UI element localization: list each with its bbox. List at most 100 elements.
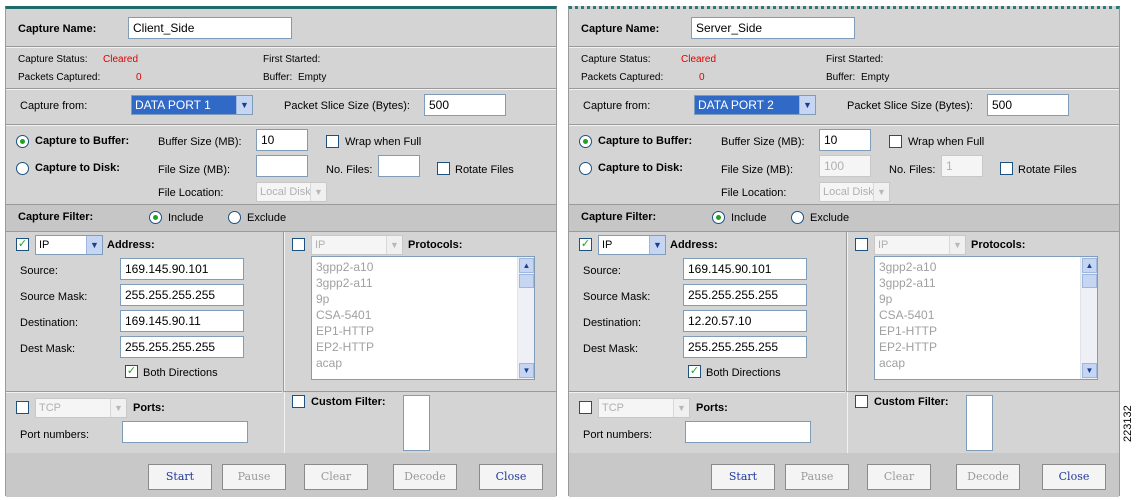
capture-name-input[interactable]: Client_Side [128, 17, 292, 39]
port-type-select[interactable]: TCP ▼ [598, 398, 690, 418]
capture-from-select[interactable]: DATA PORT 1 ▼ [131, 95, 253, 115]
scroll-up-icon[interactable]: ▲ [1082, 258, 1097, 273]
protocol-type-select[interactable]: IP ▼ [874, 235, 966, 255]
exclude-radio[interactable] [228, 211, 241, 224]
list-item[interactable]: 3gpp2-a11 [316, 275, 373, 291]
file-location-select[interactable]: Local Disk ▼ [256, 182, 327, 202]
scroll-thumb[interactable] [1082, 274, 1097, 288]
close-button[interactable]: Close [479, 464, 543, 490]
chevron-down-icon[interactable]: ▼ [310, 183, 326, 201]
chevron-down-icon[interactable]: ▼ [673, 399, 689, 417]
capture-to-disk-radio[interactable] [16, 162, 29, 175]
ports-filter-checkbox[interactable] [579, 401, 592, 414]
packet-slice-input[interactable]: 500 [987, 94, 1069, 116]
buffer-size-input[interactable]: 10 [256, 129, 308, 151]
list-item[interactable]: EP2-HTTP [879, 339, 937, 355]
source-input[interactable]: 169.145.90.101 [120, 258, 244, 280]
list-item[interactable]: EP1-HTTP [879, 323, 937, 339]
destination-input[interactable]: 169.145.90.11 [120, 310, 244, 332]
chevron-down-icon[interactable]: ▼ [649, 236, 665, 254]
rotate-files-checkbox[interactable] [1000, 162, 1013, 175]
list-item[interactable]: EP1-HTTP [316, 323, 374, 339]
scroll-down-icon[interactable]: ▼ [519, 363, 534, 378]
pause-button[interactable]: Pause [222, 464, 286, 490]
chevron-down-icon[interactable]: ▼ [799, 96, 815, 114]
source-mask-input[interactable]: 255.255.255.255 [683, 284, 807, 306]
scroll-down-icon[interactable]: ▼ [1082, 363, 1097, 378]
list-item[interactable]: CSA-5401 [879, 307, 934, 323]
list-item[interactable]: acap [879, 355, 905, 371]
pause-button[interactable]: Pause [785, 464, 849, 490]
chevron-down-icon[interactable]: ▼ [386, 236, 402, 254]
source-mask-input[interactable]: 255.255.255.255 [120, 284, 244, 306]
list-item[interactable]: 3gpp2-a10 [316, 259, 373, 275]
dest-mask-input[interactable]: 255.255.255.255 [120, 336, 244, 358]
address-type-select[interactable]: IP ▼ [598, 235, 666, 255]
capture-from-select[interactable]: DATA PORT 2 ▼ [694, 95, 816, 115]
address-filter-checkbox[interactable]: ✓ [16, 238, 29, 251]
clear-button[interactable]: Clear [867, 464, 931, 490]
wrap-when-full-checkbox[interactable] [889, 135, 902, 148]
protocols-list[interactable]: 3gpp2-a10 3gpp2-a11 9p CSA-5401 EP1-HTTP… [311, 256, 535, 380]
port-numbers-input[interactable] [122, 421, 248, 443]
scrollbar[interactable]: ▲ ▼ [1080, 257, 1097, 379]
custom-filter-checkbox[interactable] [292, 395, 305, 408]
protocols-list[interactable]: 3gpp2-a10 3gpp2-a11 9p CSA-5401 EP1-HTTP… [874, 256, 1098, 380]
file-size-input[interactable] [256, 155, 308, 177]
no-files-input[interactable]: 1 [941, 155, 983, 177]
rotate-files-checkbox[interactable] [437, 162, 450, 175]
start-button[interactable]: Start [148, 464, 212, 490]
address-type-select[interactable]: IP ▼ [35, 235, 103, 255]
custom-filter-textarea[interactable] [403, 395, 430, 451]
capture-to-buffer-radio[interactable] [579, 135, 592, 148]
address-filter-checkbox[interactable]: ✓ [579, 238, 592, 251]
scroll-up-icon[interactable]: ▲ [519, 258, 534, 273]
port-type-select[interactable]: TCP ▼ [35, 398, 127, 418]
list-item[interactable]: 9p [879, 291, 892, 307]
decode-button[interactable]: Decode [393, 464, 457, 490]
dest-mask-input[interactable]: 255.255.255.255 [683, 336, 807, 358]
wrap-when-full-checkbox[interactable] [326, 135, 339, 148]
clear-button[interactable]: Clear [304, 464, 368, 490]
close-button[interactable]: Close [1042, 464, 1106, 490]
destination-input[interactable]: 12.20.57.10 [683, 310, 807, 332]
packet-slice-input[interactable]: 500 [424, 94, 506, 116]
chevron-down-icon[interactable]: ▼ [86, 236, 102, 254]
capture-to-disk-radio[interactable] [579, 162, 592, 175]
include-radio[interactable] [712, 211, 725, 224]
list-item[interactable]: 9p [316, 291, 329, 307]
start-button[interactable]: Start [711, 464, 775, 490]
scroll-thumb[interactable] [519, 274, 534, 288]
exclude-radio[interactable] [791, 211, 804, 224]
custom-filter-textarea[interactable] [966, 395, 993, 451]
buffer-size-input[interactable]: 10 [819, 129, 871, 151]
ports-filter-checkbox[interactable] [16, 401, 29, 414]
source-input[interactable]: 169.145.90.101 [683, 258, 807, 280]
protocols-filter-checkbox[interactable] [292, 238, 305, 251]
file-size-input[interactable]: 100 [819, 155, 871, 177]
decode-button[interactable]: Decode [956, 464, 1020, 490]
chevron-down-icon[interactable]: ▼ [949, 236, 965, 254]
capture-name-input[interactable]: Server_Side [691, 17, 855, 39]
list-item[interactable]: 3gpp2-a11 [879, 275, 936, 291]
chevron-down-icon[interactable]: ▼ [236, 96, 252, 114]
source-label: Source: [20, 265, 58, 277]
protocols-filter-checkbox[interactable] [855, 238, 868, 251]
scrollbar[interactable]: ▲ ▼ [517, 257, 534, 379]
both-directions-checkbox[interactable]: ✓ [125, 365, 138, 378]
list-item[interactable]: CSA-5401 [316, 307, 371, 323]
include-radio[interactable] [149, 211, 162, 224]
file-location-select[interactable]: Local Disk ▼ [819, 182, 890, 202]
list-item[interactable]: acap [316, 355, 342, 371]
list-item[interactable]: EP2-HTTP [316, 339, 374, 355]
custom-filter-checkbox[interactable] [855, 395, 868, 408]
no-files-input[interactable] [378, 155, 420, 177]
chevron-down-icon[interactable]: ▼ [873, 183, 889, 201]
list-item[interactable]: 3gpp2-a10 [879, 259, 936, 275]
chevron-down-icon[interactable]: ▼ [110, 399, 126, 417]
both-directions-checkbox[interactable]: ✓ [688, 365, 701, 378]
protocol-type-select[interactable]: IP ▼ [311, 235, 403, 255]
port-numbers-input[interactable] [685, 421, 811, 443]
address-type-value: IP [602, 239, 613, 251]
capture-to-buffer-radio[interactable] [16, 135, 29, 148]
